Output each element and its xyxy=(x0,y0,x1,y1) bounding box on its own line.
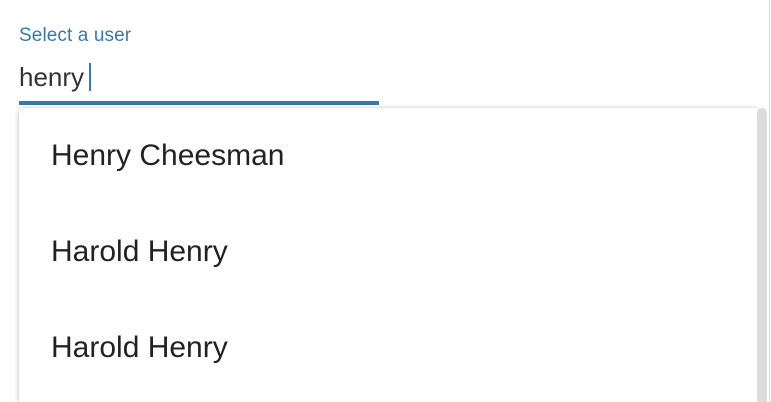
frame-divider xyxy=(769,0,770,402)
suggestion-option[interactable]: Harold Henry xyxy=(19,204,759,300)
user-search-input[interactable] xyxy=(19,60,379,94)
suggestion-option[interactable]: Harold Henry xyxy=(19,300,759,396)
dropdown-scrollbar[interactable] xyxy=(757,108,767,402)
field-label: Select a user xyxy=(19,25,132,46)
suggestion-option[interactable]: Henry Cheesman xyxy=(19,108,759,204)
user-select-page: Select a user Henry Cheesman Harold Henr… xyxy=(0,0,771,402)
text-caret xyxy=(89,63,91,91)
focused-underline xyxy=(19,101,379,105)
suggestions-dropdown: Henry Cheesman Harold Henry Harold Henry xyxy=(19,108,759,402)
user-autocomplete-field: Select a user xyxy=(19,24,379,106)
